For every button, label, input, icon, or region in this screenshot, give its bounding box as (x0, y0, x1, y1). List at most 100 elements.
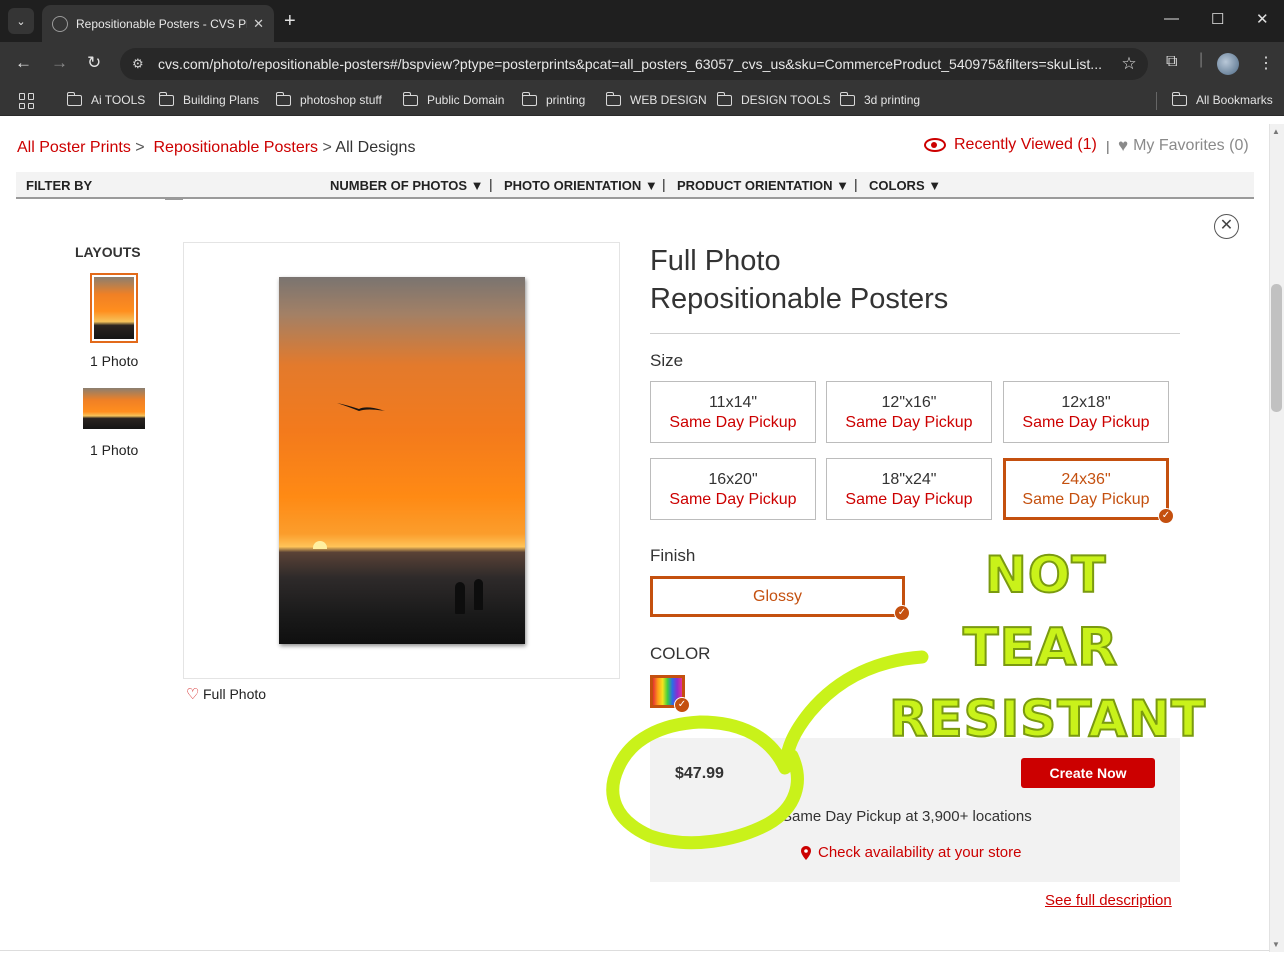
bookmark-public-domain[interactable]: Public Domain (402, 91, 504, 107)
minimize-icon[interactable]: — (1164, 10, 1179, 27)
annotation-line2: TEAR (962, 617, 1119, 679)
tab-search-chevron-icon[interactable]: ⌄ (8, 8, 34, 34)
breadcrumb-repositionable-posters[interactable]: Repositionable Posters (154, 139, 319, 156)
bookmark-label: 3d printing (864, 93, 921, 107)
size-value: 12"x16" (881, 394, 937, 411)
page-scrollbar[interactable] (1269, 124, 1284, 952)
product-title-line1: Full Photo (650, 245, 781, 277)
annotation-line1: NOT (984, 545, 1107, 605)
window-close-icon[interactable]: ✕ (1256, 10, 1269, 28)
size-option-18x24[interactable]: 18"x24" Same Day Pickup (826, 458, 992, 520)
back-arrow-icon[interactable]: ← (15, 53, 32, 73)
all-bookmarks[interactable]: All Bookmarks (1171, 91, 1273, 107)
pickup-info: Same Day Pickup at 3,900+ locations (782, 808, 1032, 825)
filter-separator: | (662, 176, 666, 192)
tab-title: Repositionable Posters - CVS Pl (76, 16, 248, 31)
breadcrumb-all-poster-prints[interactable]: All Poster Prints (17, 139, 131, 156)
address-bar[interactable]: ⚙ cvs.com/photo/repositionable-posters#/… (120, 48, 1148, 80)
dropdown-caret-icon: ▼ (836, 178, 850, 193)
bookmarks-divider (1156, 92, 1157, 110)
extensions-puzzle-icon[interactable]: ⧉ (1166, 53, 1177, 71)
site-favicon-icon (52, 15, 68, 32)
heart-icon: ♥ (1118, 136, 1129, 155)
size-option-16x20[interactable]: 16x20" Same Day Pickup (650, 458, 816, 520)
filter-by-label: FILTER BY (26, 178, 93, 193)
bookmark-web-design[interactable]: WEB DESIGN (605, 91, 707, 107)
close-icon[interactable]: ✕ (1214, 214, 1239, 239)
size-value: 12x18" (1061, 394, 1111, 411)
color-heading: COLOR (650, 644, 711, 663)
size-heading: Size (650, 351, 684, 370)
breadcrumb: All Poster Prints > Repositionable Poste… (17, 139, 415, 157)
favorite-label[interactable]: Full Photo (203, 686, 266, 702)
folder-icon (521, 91, 537, 106)
profile-avatar[interactable] (1217, 53, 1239, 75)
size-option-11x14[interactable]: 11x14" Same Day Pickup (650, 381, 816, 443)
bookmark-label: Ai TOOLS (91, 93, 146, 107)
reload-icon[interactable]: ↻ (87, 53, 101, 73)
bookmark-photoshop-stuff[interactable]: photoshop stuff (275, 91, 382, 107)
size-pickup: Same Day Pickup (845, 414, 973, 431)
forward-arrow-icon[interactable]: → (51, 53, 68, 73)
selected-check-icon: ✓ (674, 697, 690, 713)
apps-grid-icon[interactable] (19, 93, 35, 109)
url-text[interactable]: cvs.com/photo/repositionable-posters#/bs… (158, 56, 1110, 72)
bookmark-3d-printing[interactable]: 3d printing (839, 91, 921, 107)
layout-option-portrait[interactable] (90, 273, 138, 343)
bookmark-label: WEB DESIGN (630, 93, 707, 107)
size-option-24x36[interactable]: 24x36" Same Day Pickup (1003, 458, 1169, 520)
my-favorites-link[interactable]: ♥ My Favorites (0) (1118, 136, 1249, 156)
location-pin-icon (801, 845, 811, 860)
bookmark-ai-tools[interactable]: Ai TOOLS (66, 91, 146, 107)
see-full-description-link[interactable]: See full description (1045, 892, 1172, 909)
check-availability-link[interactable]: Check availability at your store (801, 844, 1021, 861)
site-info-icon[interactable]: ⚙ (132, 56, 158, 72)
bookmark-star-icon[interactable]: ☆ (1110, 54, 1148, 74)
header-divider: | (1106, 138, 1110, 154)
folder-icon (716, 91, 732, 106)
create-now-button[interactable]: Create Now (1021, 758, 1155, 788)
eye-icon (924, 138, 946, 152)
size-value: 18"x24" (881, 471, 937, 488)
size-pickup: Same Day Pickup (669, 414, 797, 431)
sun-shape (313, 541, 327, 549)
bookmark-printing[interactable]: printing (521, 91, 585, 107)
tab-close-icon[interactable]: ✕ (253, 16, 264, 32)
favorite-heart-icon[interactable]: ♡ (186, 685, 199, 703)
title-divider (650, 333, 1180, 334)
scroll-up-arrow-icon[interactable]: ▲ (1272, 127, 1280, 136)
filter-product-orientation[interactable]: PRODUCT ORIENTATION ▼ (677, 178, 849, 193)
size-value: 11x14" (708, 394, 758, 411)
filter-label: COLORS (869, 178, 925, 193)
browser-tab[interactable]: Repositionable Posters - CVS Pl ✕ (42, 5, 274, 42)
dropdown-caret-icon: ▼ (644, 178, 658, 193)
bookmark-label: All Bookmarks (1196, 93, 1273, 107)
new-tab-plus-icon[interactable]: + (284, 10, 296, 33)
size-option-12x18[interactable]: 12x18" Same Day Pickup (1003, 381, 1169, 443)
filter-number-of-photos[interactable]: NUMBER OF PHOTOS ▼ (330, 178, 484, 193)
bookmark-design-tools[interactable]: DESIGN TOOLS (716, 91, 831, 107)
my-favorites-label: My Favorites (0) (1133, 137, 1249, 154)
size-pickup: Same Day Pickup (1022, 414, 1150, 431)
scroll-down-arrow-icon[interactable]: ▼ (1272, 940, 1280, 949)
size-option-12x16[interactable]: 12"x16" Same Day Pickup (826, 381, 992, 443)
layout-option-landscape[interactable] (83, 388, 145, 429)
breadcrumb-separator: > (322, 139, 332, 156)
filter-label: PRODUCT ORIENTATION (677, 178, 833, 193)
folder-icon (839, 91, 855, 106)
scrollbar-thumb[interactable] (1271, 284, 1282, 412)
filter-colors[interactable]: COLORS ▼ (869, 178, 941, 193)
toolbar-divider: | (1199, 51, 1204, 68)
maximize-icon[interactable]: ☐ (1211, 10, 1224, 28)
recently-viewed-link[interactable]: Recently Viewed (1) (924, 136, 1097, 154)
chrome-menu-icon[interactable]: ⋮ (1258, 53, 1274, 73)
bookmark-building-plans[interactable]: Building Plans (158, 91, 259, 107)
price: $47.99 (675, 765, 724, 782)
filter-tab-indicator (165, 197, 183, 200)
size-pickup: Same Day Pickup (669, 491, 797, 508)
finish-option-glossy[interactable]: Glossy (650, 576, 905, 617)
filter-photo-orientation[interactable]: PHOTO ORIENTATION ▼ (504, 178, 658, 193)
finish-heading: Finish (650, 546, 696, 565)
product-title-line2: Repositionable Posters (650, 283, 949, 315)
layouts-heading: LAYOUTS (75, 244, 141, 260)
